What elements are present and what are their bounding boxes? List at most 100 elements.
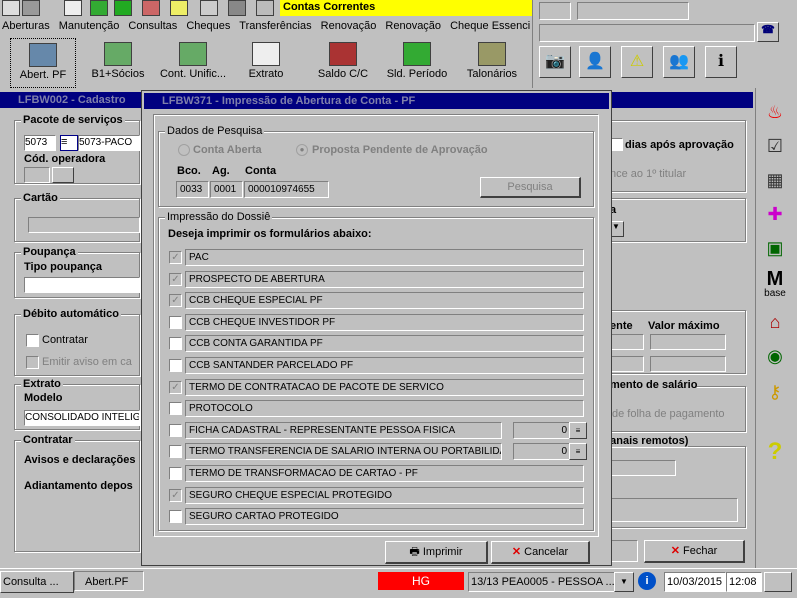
saldo-cc-icon [329, 42, 357, 66]
ag-field[interactable]: 0001 [210, 181, 243, 198]
conta-field[interactable]: 000010974655 [244, 181, 329, 198]
printer-icon[interactable] [22, 0, 40, 16]
help-icon[interactable]: ? [757, 436, 793, 468]
ente-field-1[interactable] [610, 334, 644, 350]
form-checkbox[interactable] [169, 359, 182, 372]
canais-field-2[interactable] [604, 498, 738, 522]
toolbar-saldo-cc[interactable]: Saldo C/C [312, 38, 374, 86]
money-icon[interactable] [90, 0, 108, 16]
radio-conta-aberta[interactable] [178, 144, 190, 156]
list-icon[interactable]: ≡ [60, 135, 78, 151]
status-dropdown[interactable]: ▼ [614, 572, 634, 592]
modelo-field[interactable]: CONSOLIDADO INTELIG [24, 410, 140, 426]
form-checkbox[interactable] [169, 510, 182, 523]
pesquisa-button[interactable]: Pesquisa [480, 177, 581, 198]
valor-max-field-1[interactable] [650, 334, 726, 350]
menu-renovacao-1[interactable]: Renovação [321, 20, 377, 32]
key-icon[interactable]: ⚷ [757, 376, 793, 408]
toolbar-b1-socios[interactable]: B1+Sócios [86, 38, 150, 86]
nce-titular-label: nce ao 1º titular [610, 168, 687, 180]
form-count[interactable]: 0 [513, 422, 571, 439]
tipo-poupanca-field[interactable] [24, 277, 140, 293]
user-icon[interactable] [142, 0, 160, 16]
toolbar-label: Abert. PF [19, 69, 67, 81]
form-count-button[interactable]: ≡ [569, 422, 587, 439]
menu-transferencias[interactable]: Transferências [239, 20, 311, 32]
imprimir-button[interactable]: 🖶 Imprimir [385, 541, 488, 564]
menu-cheques[interactable]: Cheques [186, 20, 230, 32]
toolbar-extrato[interactable]: Extrato [236, 38, 296, 86]
form-count-button[interactable]: ≡ [569, 443, 587, 460]
abert-pf-icon [29, 43, 57, 67]
menu-cheque-essencia[interactable]: Cheque Essencia [450, 20, 530, 32]
camera-icon[interactable]: 📷 [539, 46, 571, 78]
mbase-icon[interactable]: M base [757, 268, 793, 300]
bank-icon[interactable]: ⌂ [757, 306, 793, 338]
monitor-icon[interactable]: ▣ [757, 232, 793, 264]
users-icon[interactable]: 👥 [663, 46, 695, 78]
calculator-icon[interactable]: ▦ [757, 164, 793, 196]
mbase-m: M [766, 268, 784, 290]
radio-proposta[interactable]: ● [296, 144, 308, 156]
toolbar-sld-periodo[interactable]: Sld. Período [384, 38, 450, 86]
form-checkbox[interactable]: ✓ [169, 273, 182, 286]
fechar-button[interactable]: ✕ Fechar [644, 540, 745, 563]
form-checkbox[interactable]: ✓ [169, 251, 182, 264]
cash-icon[interactable] [114, 0, 132, 16]
form-checkbox[interactable] [169, 445, 182, 458]
puzzle-icon[interactable]: ✚ [757, 198, 793, 230]
app-icon[interactable] [2, 0, 20, 16]
ente-field-2[interactable] [610, 356, 644, 372]
pacote-code-field[interactable]: 5073 [24, 135, 56, 151]
form-count[interactable]: 0 [513, 443, 571, 460]
fechar-label: Fechar [683, 545, 718, 557]
top-right-panel: ☎ 📷 👤 ⚠ 👥 ℹ [535, 0, 797, 88]
task-abert-pf[interactable]: Abert.PF [74, 571, 144, 591]
form-checkbox[interactable] [169, 337, 182, 350]
valor-max-field-2[interactable] [650, 356, 726, 372]
resize-grip[interactable] [764, 572, 792, 592]
bco-field[interactable]: 0033 [176, 181, 209, 198]
form-checkbox[interactable] [169, 402, 182, 415]
canais-field[interactable] [604, 460, 676, 476]
menu-renovacao-2[interactable]: Renovação [385, 20, 441, 32]
status-text: 13/13 PEA0005 - PESSOA ... [468, 572, 616, 592]
toolbar-cont-unific[interactable]: Cont. Unific... [158, 38, 228, 86]
warning-icon[interactable]: ⚠ [621, 46, 653, 78]
checklist-icon[interactable]: ☑ [757, 130, 793, 162]
tools-icon[interactable] [228, 0, 246, 16]
info-icon[interactable]: i [638, 572, 656, 590]
cancelar-button[interactable]: ✕ Cancelar [491, 541, 590, 564]
task-consulta[interactable]: Consulta ... [0, 571, 74, 593]
contratar-checkbox[interactable] [26, 334, 39, 347]
top-field-1[interactable] [539, 2, 571, 20]
form-checkbox[interactable] [169, 424, 182, 437]
presenter-icon[interactable]: 👤 [579, 46, 611, 78]
menu-aberturas[interactable]: Aberturas [2, 20, 50, 32]
doc-icon[interactable] [64, 0, 82, 16]
bco-label: Bco. [177, 165, 201, 177]
toolbar-talonarios[interactable]: Talonários [462, 38, 522, 86]
house-icon[interactable] [200, 0, 218, 16]
form-checkbox[interactable] [169, 467, 182, 480]
edit-icon[interactable] [256, 0, 274, 16]
globe-icon[interactable]: ◉ [757, 340, 793, 372]
form-checkbox[interactable]: ✓ [169, 294, 182, 307]
cartao-field[interactable] [28, 217, 140, 233]
form-label: SEGURO CHEQUE ESPECIAL PROTEGIDO [185, 487, 584, 504]
list-icon[interactable] [170, 0, 188, 16]
top-field-2[interactable] [577, 2, 689, 20]
form-checkbox[interactable] [169, 316, 182, 329]
toolbar-abert-pf[interactable]: Abert. PF [10, 38, 76, 88]
form-checkbox[interactable]: ✓ [169, 489, 182, 502]
cod-operadora-field[interactable] [24, 167, 50, 183]
santander-icon[interactable]: ♨ [757, 96, 793, 128]
top-field-3[interactable] [539, 24, 755, 42]
menu-manutencao[interactable]: Manutenção [59, 20, 120, 32]
emitir-aviso-checkbox[interactable] [26, 356, 39, 369]
user-info-icon[interactable]: ℹ [705, 46, 737, 78]
menu-consultas[interactable]: Consultas [128, 20, 177, 32]
cod-operadora-button[interactable] [52, 167, 74, 183]
form-checkbox[interactable]: ✓ [169, 381, 182, 394]
contact-button[interactable]: ☎ [757, 22, 779, 42]
